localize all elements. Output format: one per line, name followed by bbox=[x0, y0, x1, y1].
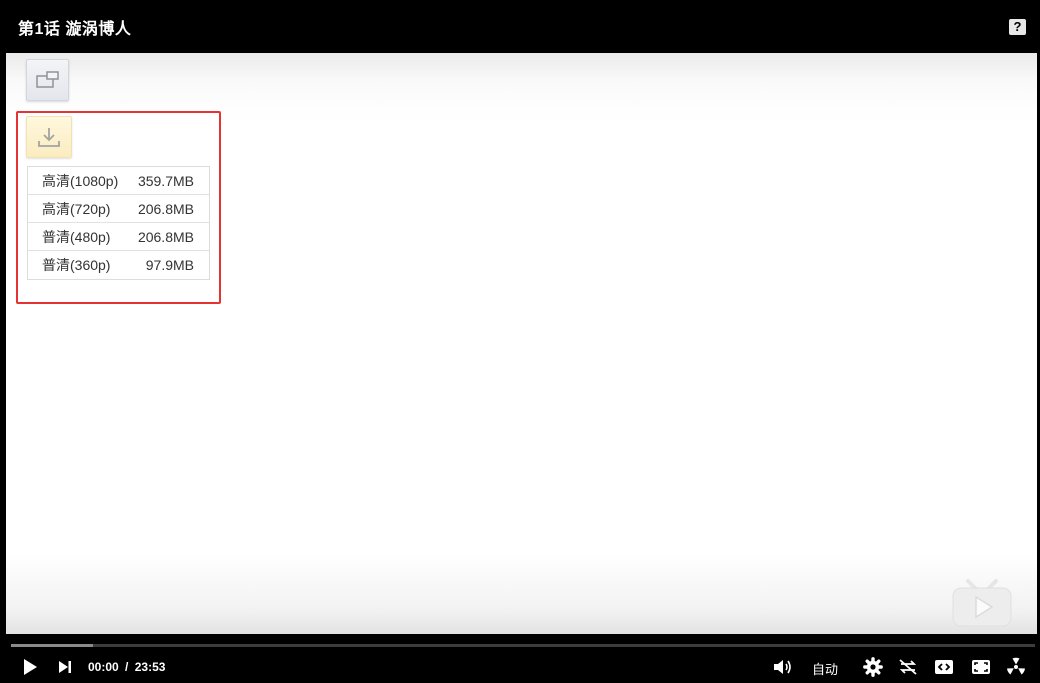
download-option-480p[interactable]: 普清(480p) 206.8MB bbox=[28, 223, 209, 251]
play-icon bbox=[24, 659, 37, 675]
rotate-button[interactable] bbox=[897, 655, 919, 679]
download-option-360p[interactable]: 普清(360p) 97.9MB bbox=[28, 251, 209, 279]
settings-button[interactable] bbox=[862, 655, 884, 679]
download-icon bbox=[38, 128, 60, 147]
option-size: 206.8MB bbox=[137, 228, 194, 245]
option-size: 97.9MB bbox=[145, 257, 194, 273]
current-time: 00:00 bbox=[88, 660, 119, 674]
rotate-icon bbox=[899, 659, 917, 675]
option-quality: 普清(480p) bbox=[42, 228, 111, 245]
fan-icon bbox=[1007, 657, 1025, 675]
option-quality: 普清(360p) bbox=[42, 257, 111, 273]
next-icon bbox=[59, 661, 71, 673]
download-option-720p[interactable]: 高清(720p) 206.8MB bbox=[28, 195, 209, 223]
progress-bar[interactable] bbox=[11, 644, 1035, 647]
fullscreen-button[interactable] bbox=[970, 655, 992, 679]
play-button[interactable] bbox=[20, 655, 40, 679]
settings-icon bbox=[863, 657, 883, 677]
video-area[interactable]: 高清(1080p) 359.7MB 高清(720p) 206.8MB 普清(48… bbox=[6, 53, 1037, 634]
video-title: 第1话 漩涡博人 bbox=[18, 20, 132, 38]
help-icon[interactable]: ? bbox=[1009, 18, 1026, 35]
picture-in-picture-icon bbox=[35, 71, 59, 88]
widescreen-icon bbox=[935, 660, 953, 674]
volume-icon bbox=[773, 660, 791, 674]
next-button[interactable] bbox=[56, 655, 74, 679]
duration: 23:53 bbox=[134, 660, 166, 674]
option-size: 359.7MB bbox=[137, 172, 194, 189]
fullscreen-icon bbox=[972, 660, 990, 674]
quality-switch[interactable]: 自动 bbox=[812, 659, 838, 678]
fan-button[interactable] bbox=[1005, 655, 1027, 679]
download-panel: 高清(1080p) 359.7MB 高清(720p) 206.8MB 普清(48… bbox=[16, 111, 221, 304]
volume-button[interactable] bbox=[772, 655, 792, 679]
option-size: 206.8MB bbox=[137, 200, 194, 217]
option-quality: 高清(720p) bbox=[42, 200, 111, 217]
player-controls: 00:00 / 23:53 自动 bbox=[0, 634, 1040, 683]
download-quality-list: 高清(1080p) 359.7MB 高清(720p) 206.8MB 普清(48… bbox=[27, 166, 210, 280]
widescreen-button[interactable] bbox=[933, 655, 955, 679]
picture-in-picture-button[interactable] bbox=[26, 59, 69, 101]
download-option-1080p[interactable]: 高清(1080p) 359.7MB bbox=[28, 167, 209, 195]
title-bar: 第1话 漩涡博人 ? bbox=[0, 0, 1040, 53]
tv-play-logo-icon bbox=[952, 579, 1012, 627]
time-separator: / bbox=[125, 660, 129, 674]
progress-fill bbox=[11, 644, 93, 647]
download-button[interactable] bbox=[26, 116, 72, 158]
time-display: 00:00 / 23:53 bbox=[88, 660, 165, 674]
option-quality: 高清(1080p) bbox=[42, 172, 119, 189]
